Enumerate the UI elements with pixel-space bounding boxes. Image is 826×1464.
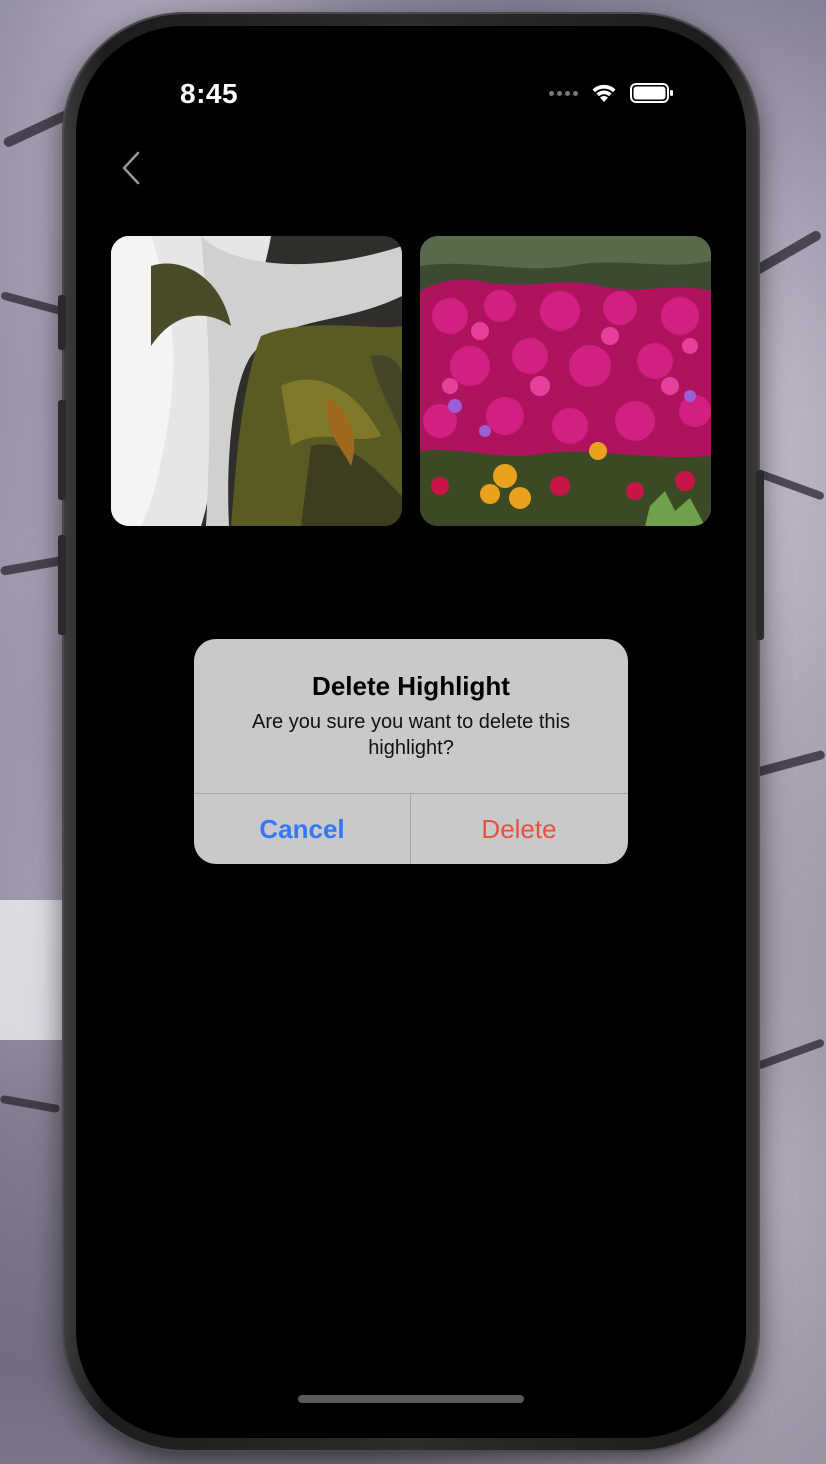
volume-down-button: [58, 535, 66, 635]
status-time: 8:45: [180, 78, 239, 109]
wifi-icon: [592, 84, 616, 102]
status-icons: [549, 82, 674, 104]
delete-highlight-alert: Delete Highlight Are you sure you want t…: [194, 639, 628, 864]
back-button[interactable]: [116, 148, 146, 188]
signal-dots-icon: [549, 90, 578, 96]
volume-up-button: [58, 400, 66, 500]
home-indicator[interactable]: [298, 1395, 524, 1403]
alert-title: Delete Highlight: [312, 671, 510, 701]
power-button: [756, 470, 764, 640]
cancel-button[interactable]: Cancel: [194, 794, 410, 864]
highlight-thumbnail-flowers[interactable]: [420, 236, 711, 526]
highlight-thumbnail-waterfall[interactable]: [111, 236, 402, 526]
side-button: [58, 295, 66, 350]
chevron-left-icon: [122, 151, 140, 185]
flowers-image: [420, 236, 711, 526]
app-screen: 8:45 Delete Highlight Are you sure you w…: [76, 26, 746, 1438]
waterfall-image: [111, 236, 402, 526]
delete-button[interactable]: Delete: [411, 794, 627, 864]
battery-icon: [630, 83, 673, 103]
alert-message: Are you sure you want to delete this hig…: [252, 711, 570, 759]
